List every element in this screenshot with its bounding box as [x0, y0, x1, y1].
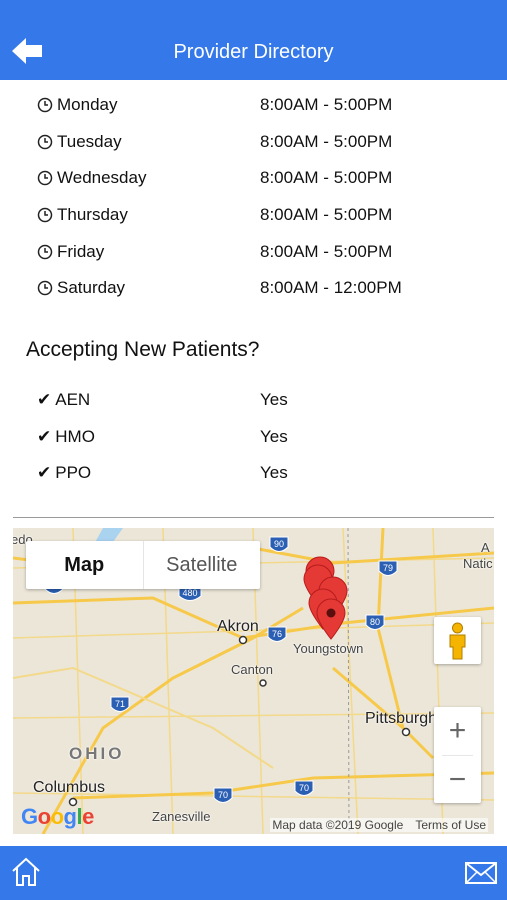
hours-row: Monday 8:00AM - 5:00PM	[37, 92, 477, 129]
map-type-map-button[interactable]: Map	[26, 541, 143, 589]
mail-button[interactable]	[465, 862, 497, 889]
hours-time: 8:00AM - 5:00PM	[260, 241, 393, 261]
plan-cell: ✔ AEN	[37, 390, 90, 410]
bottom-bar	[0, 846, 507, 900]
terms-of-use-link[interactable]: Terms of Use	[415, 818, 486, 832]
checkmark-icon: ✔	[37, 426, 52, 446]
plan-row: ✔ HMO Yes	[37, 425, 477, 462]
map-view[interactable]: 90 79 480 76 80 71 70 70 90 edo A Natic …	[13, 528, 494, 834]
map-type-satellite-button[interactable]: Satellite	[142, 541, 261, 589]
map-label-columbus: Columbus	[33, 779, 106, 796]
map-label-zanesville: Zanesville	[152, 809, 211, 824]
day-cell: Monday	[37, 95, 117, 115]
day-label: Wednesday	[57, 168, 147, 188]
map-attribution: Map data ©2019 Google Terms of Use	[270, 818, 488, 832]
office-hours-list: Monday 8:00AM - 5:00PM Tuesday 8:00AM - …	[37, 92, 477, 312]
plan-value: Yes	[260, 426, 288, 446]
map-label-canton: Canton	[231, 662, 273, 677]
map-label-state: OHIO	[69, 744, 125, 763]
plan-row: ✔ AEN Yes	[37, 388, 477, 425]
page-title: Provider Directory	[173, 41, 334, 63]
day-label: Saturday	[57, 278, 126, 298]
home-button[interactable]	[10, 856, 42, 893]
clock-icon	[37, 134, 53, 149]
map-type-toggle: Map Satellite	[26, 541, 260, 589]
svg-text:70: 70	[218, 790, 228, 800]
hours-row: Wednesday 8:00AM - 5:00PM	[37, 165, 477, 202]
plan-label: PPO	[55, 463, 92, 483]
clock-icon	[37, 171, 53, 186]
hours-time: 8:00AM - 5:00PM	[260, 168, 393, 188]
highway-shield-icon: 70	[213, 787, 233, 803]
svg-text:76: 76	[272, 629, 282, 639]
home-icon	[12, 857, 40, 886]
day-cell: Thursday	[37, 205, 128, 225]
checkmark-icon: ✔	[37, 390, 52, 409]
clock-icon	[37, 281, 53, 296]
pegman-icon	[449, 622, 466, 660]
accepting-patients-heading: Accepting New Patients?	[26, 338, 260, 361]
day-label: Monday	[57, 95, 118, 114]
map-data-label: Map data ©2019 Google	[272, 818, 404, 832]
map-label-akron: Akron	[217, 618, 259, 635]
hours-row: Friday 8:00AM - 5:00PM	[37, 239, 477, 276]
zoom-out-button[interactable]: −	[434, 756, 481, 804]
plan-cell: ✔ PPO	[37, 463, 91, 483]
clock-icon	[37, 207, 53, 223]
day-cell: Saturday	[37, 278, 125, 298]
highway-shield-icon: 76	[267, 626, 287, 642]
day-label: Thursday	[57, 205, 128, 225]
day-label: Tuesday	[57, 131, 122, 151]
highway-shield-icon: 90	[269, 536, 289, 552]
street-view-button[interactable]	[434, 617, 481, 664]
map-label: A	[481, 540, 490, 555]
plans-list: ✔ AEN Yes ✔ HMO Yes ✔ PPO Yes	[37, 388, 477, 498]
svg-text:70: 70	[299, 783, 309, 793]
clock-icon	[37, 244, 53, 259]
plan-cell: ✔ HMO	[37, 427, 95, 447]
divider	[13, 517, 494, 518]
day-cell: Tuesday	[37, 132, 122, 152]
svg-text:79: 79	[383, 563, 393, 573]
map-label: Natic	[463, 556, 493, 571]
plan-value: Yes	[260, 463, 288, 483]
day-cell: Friday	[37, 242, 104, 262]
plan-value: Yes	[260, 390, 288, 409]
highway-shield-icon: 70	[294, 780, 314, 796]
svg-text:80: 80	[370, 617, 380, 627]
day-label: Friday	[57, 241, 105, 261]
svg-text:90: 90	[274, 539, 284, 549]
hours-row: Thursday 8:00AM - 5:00PM	[37, 202, 477, 239]
highway-shield-icon: 71	[110, 696, 130, 712]
checkmark-icon: ✔	[37, 463, 52, 483]
map-label-youngstown: Youngstown	[293, 641, 364, 656]
highway-shield-icon: 79	[378, 560, 398, 576]
plan-label: AEN	[55, 390, 91, 409]
hours-time: 8:00AM - 5:00PM	[260, 131, 393, 151]
hours-row: Saturday 8:00AM - 12:00PM	[37, 275, 477, 312]
map-pin-icon[interactable]	[314, 598, 348, 640]
top-bar: Provider Directory	[0, 0, 507, 80]
plan-label: HMO	[55, 426, 95, 446]
svg-text:480: 480	[182, 588, 197, 598]
google-logo: Google	[21, 804, 94, 829]
hours-row: Tuesday 8:00AM - 5:00PM	[37, 129, 477, 166]
day-cell: Wednesday	[37, 168, 146, 188]
map-label-pittsburgh: Pittsburgh	[365, 710, 438, 727]
zoom-control: + −	[434, 707, 481, 803]
plan-row: ✔ PPO Yes	[37, 461, 477, 498]
svg-text:71: 71	[115, 699, 125, 709]
hours-time: 8:00AM - 12:00PM	[260, 278, 402, 298]
zoom-in-button[interactable]: +	[434, 707, 481, 755]
clock-icon	[37, 97, 53, 113]
hours-time: 8:00AM - 5:00PM	[260, 205, 393, 225]
mail-icon	[465, 862, 497, 884]
highway-shield-icon: 80	[365, 614, 385, 630]
hours-time: 8:00AM - 5:00PM	[260, 95, 393, 114]
